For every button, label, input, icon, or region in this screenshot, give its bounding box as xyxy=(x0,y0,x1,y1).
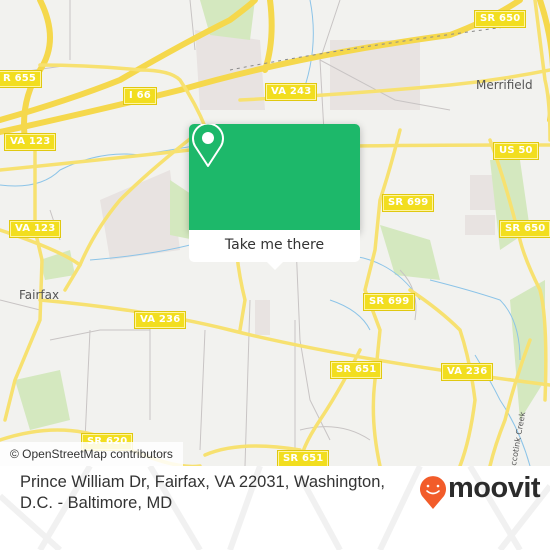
road-shield: SR 650 xyxy=(473,10,527,28)
place-label-merrifield: Merrifield xyxy=(476,78,533,92)
road-shield: SR 699 xyxy=(381,194,435,212)
popup-pointer xyxy=(266,261,284,270)
road-shield: VA 123 xyxy=(8,220,62,238)
road-shield: R 655 xyxy=(0,70,43,88)
map-attribution[interactable]: © OpenStreetMap contributors xyxy=(0,442,183,466)
road-shield: I 66 xyxy=(123,87,157,105)
moovit-wordmark: moovit xyxy=(448,472,541,504)
map-pin-icon xyxy=(192,124,224,167)
road-shield: SR 651 xyxy=(276,450,330,466)
road-shield: US 50 xyxy=(493,142,539,160)
take-me-there-button[interactable]: Take me there xyxy=(189,230,360,262)
road-shield: SR 651 xyxy=(329,361,383,379)
road-shield: VA 243 xyxy=(264,83,318,101)
address-text: Prince William Dr, Fairfax, VA 22031, Wa… xyxy=(20,473,385,512)
map-canvas[interactable]: SR 650 I 66 VA 243 R 655 VA 123 VA 123 U… xyxy=(0,0,550,466)
moovit-pin-icon xyxy=(420,476,446,509)
popup-header xyxy=(189,124,360,230)
road-shield: SR 650 xyxy=(498,220,550,238)
road-shield: VA 236 xyxy=(440,363,494,381)
road-shield: VA 123 xyxy=(3,133,57,151)
location-popup: Take me there xyxy=(189,124,360,270)
highways-casing xyxy=(0,0,550,143)
road-shield: SR 699 xyxy=(362,293,416,311)
road-shield: VA 236 xyxy=(133,311,187,329)
place-label-fairfax: Fairfax xyxy=(19,288,60,302)
